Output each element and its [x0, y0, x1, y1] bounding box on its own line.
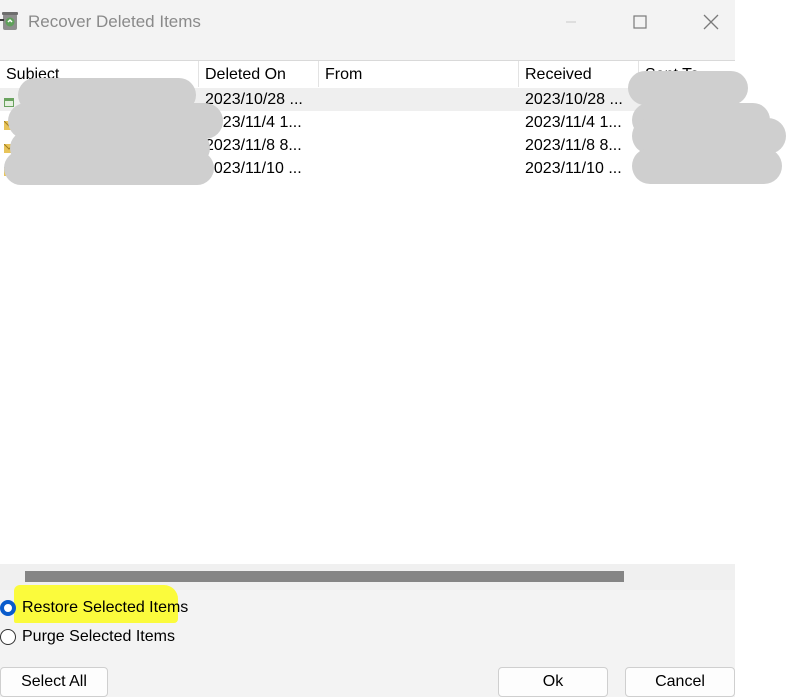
- column-header-deleted-on[interactable]: Deleted On: [199, 61, 319, 87]
- redaction-mark: [4, 151, 214, 185]
- close-button[interactable]: [688, 0, 734, 44]
- recycle-bin-icon: [0, 10, 20, 32]
- deleted-items-list[interactable]: Subject Deleted On From Received Sent To…: [0, 60, 735, 565]
- window-title: Recover Deleted Items: [28, 12, 201, 31]
- redaction-mark: [628, 71, 748, 105]
- redaction-mark: [632, 148, 782, 184]
- maximize-button[interactable]: [617, 0, 663, 44]
- purge-label: Purge Selected Items: [22, 628, 175, 645]
- ok-button[interactable]: Ok: [498, 667, 608, 697]
- restore-label: Restore Selected Items: [22, 599, 189, 616]
- cell-deleted-on: 2023/11/10 ...: [205, 160, 302, 177]
- minimize-button[interactable]: [548, 0, 594, 44]
- purge-radio[interactable]: [0, 629, 16, 645]
- cancel-button[interactable]: Cancel: [625, 667, 735, 697]
- cell-received: 2023/11/10 ...: [525, 160, 622, 177]
- minimize-icon: [566, 21, 576, 23]
- restore-option[interactable]: Restore Selected Items: [0, 596, 188, 620]
- maximize-icon: [633, 15, 647, 29]
- close-icon: [703, 14, 719, 30]
- recover-deleted-items-dialog: Recover Deleted Items Subject Deleted On…: [0, 0, 735, 697]
- cell-received: 2023/11/4 1...: [525, 114, 622, 131]
- column-header-from[interactable]: From: [319, 61, 519, 87]
- calendar-item-icon: [4, 94, 14, 107]
- select-all-button[interactable]: Select All: [0, 667, 108, 697]
- purge-option[interactable]: Purge Selected Items: [0, 625, 175, 649]
- cell-received: 2023/11/8 8...: [525, 137, 622, 154]
- scrollbar-thumb[interactable]: [25, 571, 624, 582]
- restore-radio[interactable]: [0, 600, 16, 616]
- cell-received: 2023/10/28 ...: [525, 91, 623, 108]
- cell-deleted-on: 2023/11/8 8...: [205, 137, 302, 154]
- title-bar: Recover Deleted Items: [0, 0, 735, 44]
- column-header-received[interactable]: Received: [519, 61, 639, 87]
